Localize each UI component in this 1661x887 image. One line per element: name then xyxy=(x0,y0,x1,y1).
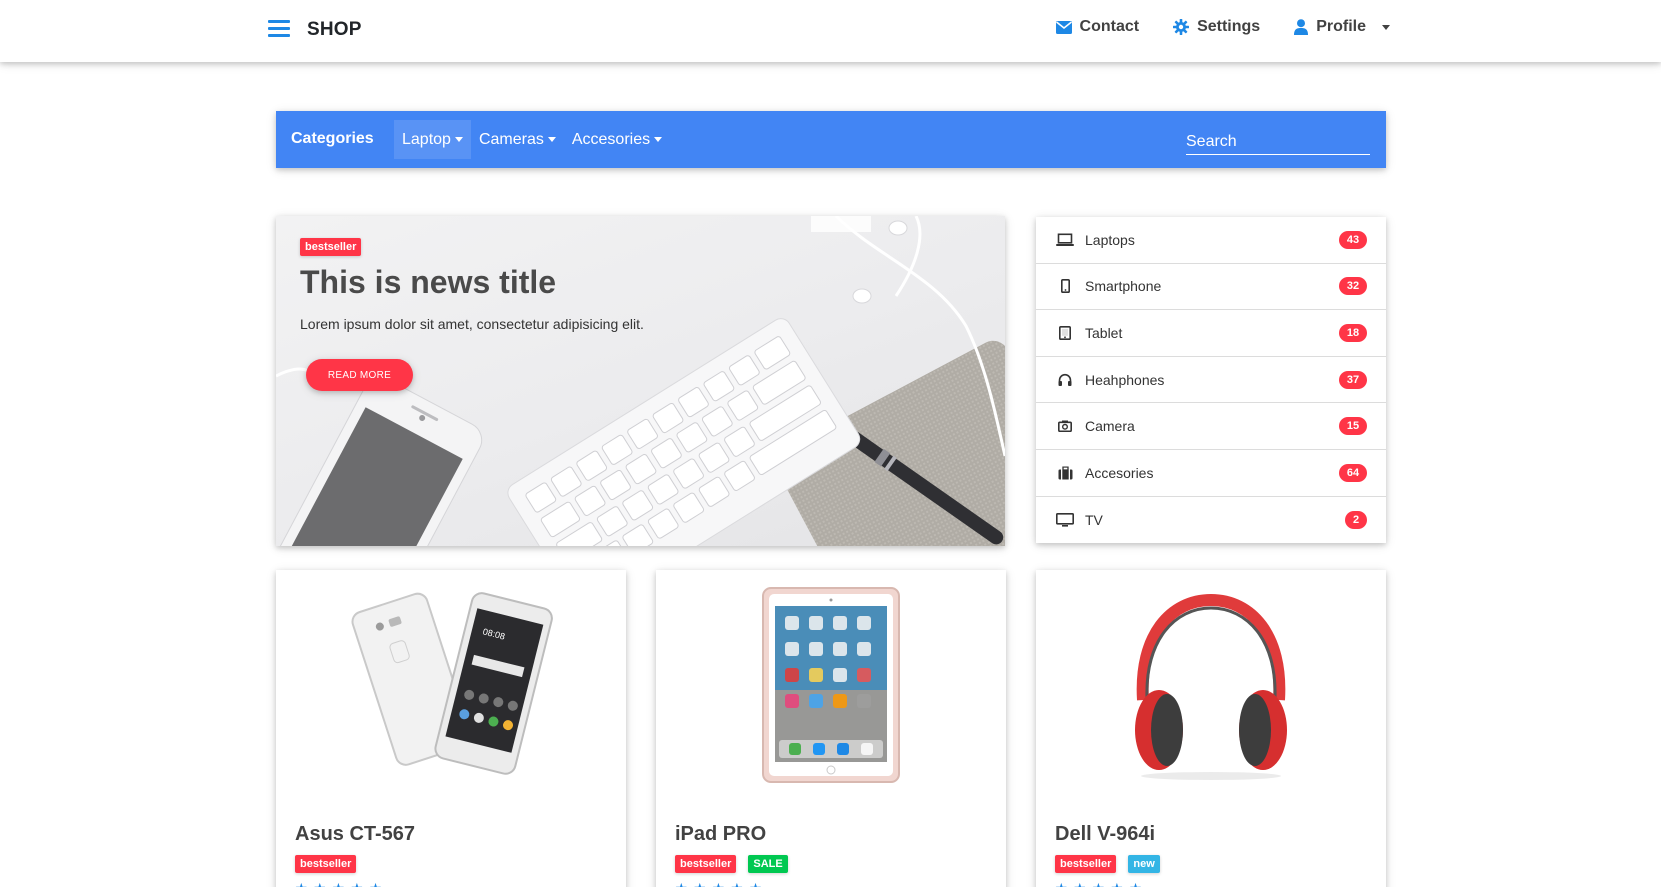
suitcase-icon xyxy=(1056,466,1074,480)
product-tags: bestseller xyxy=(295,855,357,873)
new-badge: new xyxy=(1128,855,1160,873)
chevron-down-icon xyxy=(454,137,463,142)
contact-link[interactable]: Contact xyxy=(1055,18,1140,36)
category-list: Laptops 43 Smartphone 32 Tablet 18 Heahp… xyxy=(1036,217,1386,544)
settings-link[interactable]: Settings xyxy=(1173,18,1260,36)
category-item-laptops[interactable]: Laptops 43 xyxy=(1036,217,1386,264)
category-label: Tablet xyxy=(1085,324,1123,341)
count-badge: 32 xyxy=(1339,277,1367,296)
gear-icon xyxy=(1173,19,1190,35)
category-item-accesories[interactable]: Accesories 64 xyxy=(1036,450,1386,497)
chevron-down-icon xyxy=(547,137,556,142)
count-badge: 37 xyxy=(1339,370,1367,389)
count-badge: 18 xyxy=(1339,323,1367,342)
category-label: Heahphones xyxy=(1085,371,1165,388)
product-card-dell[interactable]: Dell V-964i bestseller new ★★★★★ xyxy=(1036,570,1386,887)
smartphone-icon xyxy=(1056,279,1074,294)
count-badge: 64 xyxy=(1339,463,1367,482)
envelope-icon xyxy=(1055,20,1072,34)
product-tags: bestseller new xyxy=(1055,855,1160,873)
tv-icon xyxy=(1056,512,1074,527)
menu-laptop-label: Laptop xyxy=(402,130,451,148)
product-image-smartphone: 08:08 xyxy=(276,570,626,800)
category-item-headphones[interactable]: Heahphones 37 xyxy=(1036,357,1386,404)
categories-title[interactable]: Categories xyxy=(291,130,374,148)
product-name[interactable]: Dell V-964i xyxy=(1055,823,1155,846)
category-label: Accesories xyxy=(1085,464,1154,481)
product-image-headphones xyxy=(1036,570,1386,800)
menu-cameras-label: Cameras xyxy=(478,130,544,148)
menu-accesories-dropdown[interactable]: Accesories xyxy=(564,120,670,159)
category-label: TV xyxy=(1085,511,1103,528)
chevron-down-icon xyxy=(1382,24,1390,30)
hero-text: Lorem ipsum dolor sit amet, consectetur … xyxy=(300,316,644,332)
rating-stars-icon: ★★★★★ xyxy=(1055,880,1148,887)
categories-menu: Laptop Cameras Accesories xyxy=(394,120,670,159)
hamburger-menu-icon[interactable] xyxy=(268,20,290,38)
hero-banner: bestseller This is news title Lorem ipsu… xyxy=(276,216,1005,546)
chevron-down-icon xyxy=(654,137,663,142)
category-item-tablet[interactable]: Tablet 18 xyxy=(1036,310,1386,357)
hero-bestseller-badge: bestseller xyxy=(300,238,362,256)
sale-badge: SALE xyxy=(748,855,788,873)
profile-dropdown[interactable]: Profile xyxy=(1294,18,1390,36)
user-icon xyxy=(1294,19,1309,35)
category-item-camera[interactable]: Camera 15 xyxy=(1036,403,1386,450)
top-nav-links: Contact Settings Profile xyxy=(1055,18,1390,36)
count-badge: 2 xyxy=(1345,510,1367,529)
bestseller-badge: bestseller xyxy=(675,855,737,873)
laptop-icon xyxy=(1056,233,1074,246)
product-card-asus[interactable]: 08:08 Asus CT-567 bestseller ★★★★★ xyxy=(276,570,626,887)
menu-laptop-dropdown[interactable]: Laptop xyxy=(394,120,471,159)
product-name[interactable]: iPad PRO xyxy=(675,823,766,846)
rating-stars-icon: ★★★★★ xyxy=(675,880,768,887)
category-label: Smartphone xyxy=(1085,278,1162,295)
category-label: Camera xyxy=(1085,418,1135,435)
product-card-ipad[interactable]: iPad PRO bestseller SALE ★★★★★ xyxy=(656,570,1006,887)
rating-stars-icon: ★★★★★ xyxy=(295,880,388,887)
settings-label: Settings xyxy=(1197,18,1261,35)
product-name[interactable]: Asus CT-567 xyxy=(295,823,415,846)
categories-bar: Categories Laptop Cameras Accesories xyxy=(276,111,1386,168)
headphones-icon xyxy=(1056,373,1074,386)
camera-icon xyxy=(1056,420,1074,433)
menu-accesories-label: Accesories xyxy=(571,130,651,148)
bestseller-badge: bestseller xyxy=(295,855,357,873)
hero-badge-wrap: bestseller xyxy=(300,237,362,256)
brand-logo[interactable]: SHOP xyxy=(307,19,362,41)
hero-title: This is news title xyxy=(300,264,557,300)
category-item-smartphone[interactable]: Smartphone 32 xyxy=(1036,264,1386,311)
category-label: Laptops xyxy=(1085,231,1135,248)
top-navbar: SHOP Contact Settings Profile xyxy=(0,0,1661,62)
product-image-tablet xyxy=(656,570,1006,800)
contact-label: Contact xyxy=(1079,18,1140,35)
category-item-tv[interactable]: TV 2 xyxy=(1036,497,1386,544)
read-more-button[interactable]: READ MORE xyxy=(306,359,413,391)
bestseller-badge: bestseller xyxy=(1055,855,1117,873)
count-badge: 15 xyxy=(1339,417,1367,436)
menu-cameras-dropdown[interactable]: Cameras xyxy=(471,120,564,159)
tablet-icon xyxy=(1056,325,1074,340)
search-input[interactable] xyxy=(1186,123,1370,155)
product-tags: bestseller SALE xyxy=(675,855,788,873)
count-badge: 43 xyxy=(1339,230,1367,249)
profile-label: Profile xyxy=(1316,18,1366,35)
